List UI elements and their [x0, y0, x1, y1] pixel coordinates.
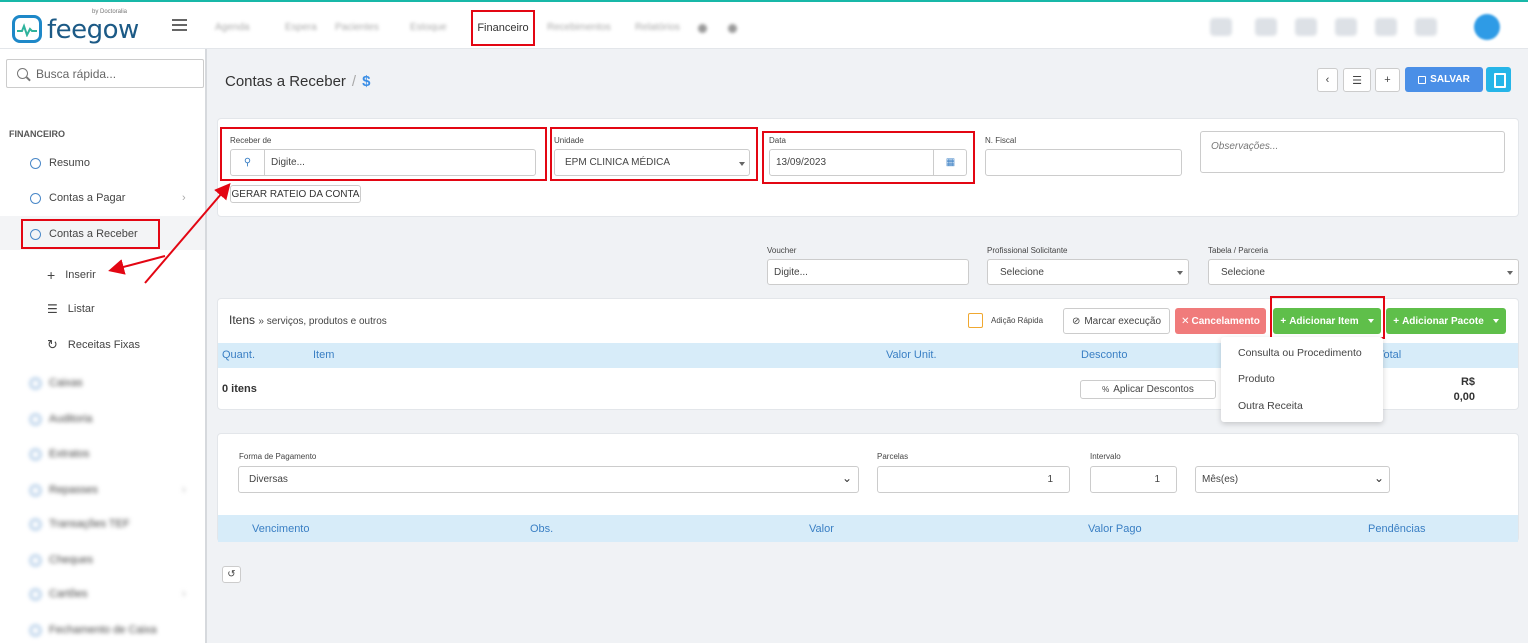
arrow-to-receber-de: [144, 182, 231, 284]
annotation-arrows: [108, 182, 231, 284]
